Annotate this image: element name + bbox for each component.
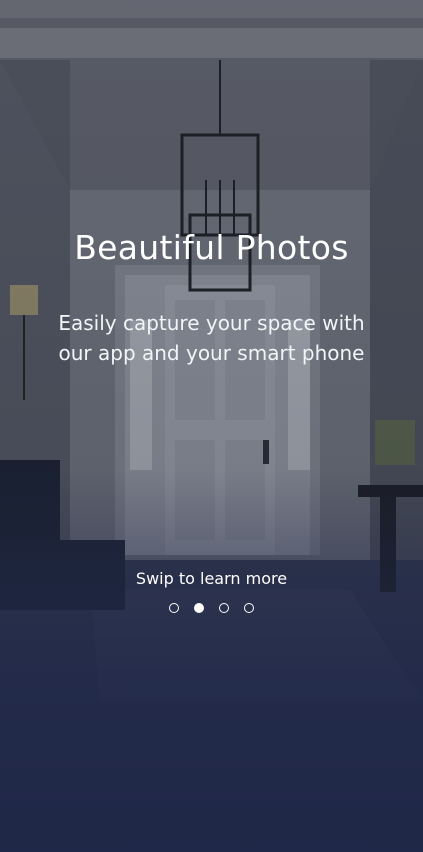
page-subtitle: Easily capture your space with our app a…	[58, 311, 365, 365]
swipe-hint: Swip to learn more	[135, 569, 288, 588]
onboarding-screen[interactable]: Beautiful Photos Easily capture your spa…	[0, 0, 423, 852]
page-indicator	[0, 603, 423, 613]
page-dot-4[interactable]	[244, 603, 254, 613]
page-dot-2[interactable]	[194, 603, 204, 613]
status-bar	[0, 0, 423, 18]
page-title: Beautiful Photos	[74, 228, 349, 267]
gradient-overlay	[0, 0, 423, 852]
page-dot-1[interactable]	[169, 603, 179, 613]
page-dot-3[interactable]	[219, 603, 229, 613]
